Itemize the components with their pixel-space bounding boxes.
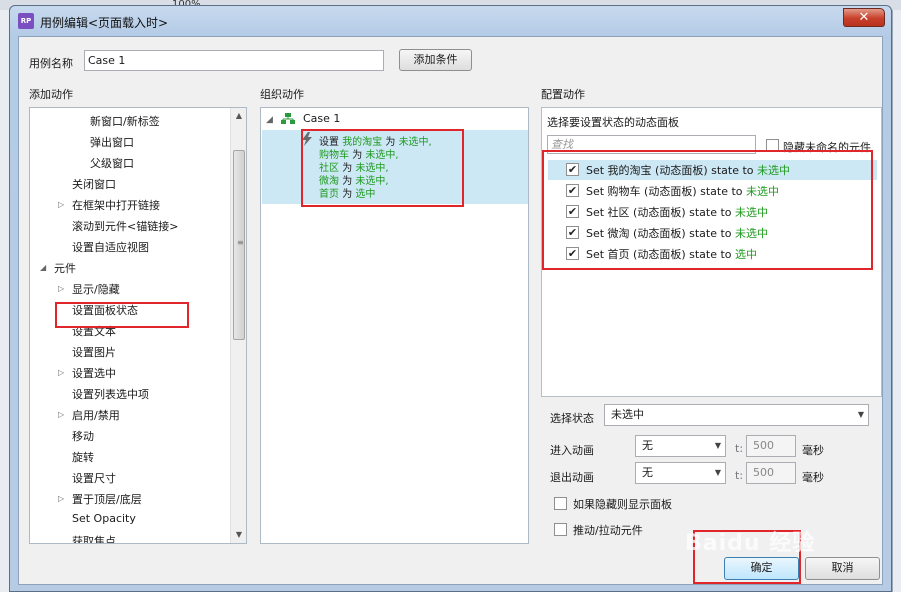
select-panels-subheading: 选择要设置状态的动态面板 (547, 116, 679, 129)
action-tree-item[interactable]: 启用/禁用 (72, 407, 120, 423)
exit-animation-value: 无 (642, 466, 653, 479)
background-left-edge (0, 10, 9, 592)
action-tree-item[interactable]: 设置尺寸 (72, 470, 116, 486)
action-tree-item[interactable]: 设置自适应视图 (72, 239, 149, 255)
expand-triangle-icon[interactable]: ▷ (58, 410, 64, 419)
scrollbar-thumb[interactable]: ≡ (233, 150, 245, 340)
exit-t-label: t: (735, 469, 744, 482)
action-tree-item[interactable]: 弹出窗口 (90, 134, 134, 150)
case-tree-icon (281, 113, 295, 125)
action-tree-item[interactable]: 新窗口/新标签 (90, 113, 160, 129)
title-bar: RP 用例编辑<页面载入时> ✕ (10, 6, 891, 36)
exit-ms-label: 毫秒 (802, 471, 824, 484)
enter-animation-label: 进入动画 (550, 444, 594, 457)
exit-duration-input[interactable]: 500 (746, 462, 796, 484)
case-editor-dialog: RP 用例编辑<页面载入时> ✕ 用例名称 Case 1 添加条件 添加动作 组… (9, 5, 892, 592)
case-name-label: 用例名称 (29, 57, 73, 70)
chevron-down-icon: ▼ (714, 468, 721, 477)
app-icon: RP (18, 13, 34, 29)
organize-action-heading: 组织动作 (260, 88, 304, 101)
dialog-client-area: 用例名称 Case 1 添加条件 添加动作 组织动作 配置动作 新窗口/新标签弹… (18, 36, 883, 585)
cancel-button[interactable]: 取消 (805, 557, 880, 580)
show-if-hidden-label: 如果隐藏则显示面板 (573, 498, 672, 511)
case-label[interactable]: Case 1 (303, 112, 340, 125)
action-tree-item[interactable]: 旋转 (72, 449, 94, 465)
state-select-value: 未选中 (611, 408, 644, 421)
add-action-heading: 添加动作 (29, 88, 73, 101)
action-tree-item[interactable]: 滚动到元件<锚链接> (72, 218, 178, 234)
collapse-triangle-icon[interactable]: ◢ (40, 263, 46, 272)
scroll-down-icon[interactable]: ▼ (231, 527, 246, 543)
enter-animation-value: 无 (642, 439, 653, 452)
action-tree-item[interactable]: 移动 (72, 428, 94, 444)
action-tree-item[interactable]: 获取焦点 (72, 533, 116, 543)
collapse-triangle-icon[interactable]: ◢ (266, 115, 273, 125)
add-condition-button[interactable]: 添加条件 (399, 49, 472, 71)
highlight-set-panel-state (55, 302, 189, 328)
push-pull-checkbox[interactable] (554, 523, 567, 536)
close-button[interactable]: ✕ (843, 8, 885, 27)
expand-triangle-icon[interactable]: ▷ (58, 200, 64, 209)
exit-animation-label: 退出动画 (550, 471, 594, 484)
highlight-panel-state-list (542, 150, 873, 270)
enter-duration-input[interactable]: 500 (746, 435, 796, 457)
show-if-hidden-checkbox[interactable] (554, 497, 567, 510)
action-tree-item[interactable]: 关闭窗口 (72, 176, 116, 192)
action-tree-item[interactable]: 父级窗口 (90, 155, 134, 171)
chevron-down-icon: ▼ (857, 410, 864, 419)
expand-triangle-icon[interactable]: ▷ (58, 284, 64, 293)
expand-triangle-icon[interactable]: ▷ (58, 368, 64, 377)
expand-triangle-icon[interactable]: ▷ (58, 494, 64, 503)
case-name-input[interactable]: Case 1 (84, 50, 384, 71)
background-right-edge (892, 10, 901, 592)
action-tree-item[interactable]: 设置列表选中项 (72, 386, 149, 402)
enter-ms-label: 毫秒 (802, 444, 824, 457)
enter-t-label: t: (735, 442, 744, 455)
push-pull-label: 推动/拉动元件 (573, 524, 643, 537)
action-tree-item[interactable]: Set Opacity (72, 512, 136, 525)
scroll-up-icon[interactable]: ▲ (231, 108, 246, 124)
exit-animation-select[interactable]: 无 ▼ (635, 462, 726, 484)
select-state-label: 选择状态 (550, 412, 594, 425)
grip-icon: ≡ (237, 238, 244, 247)
action-tree-item[interactable]: 设置选中 (72, 365, 116, 381)
action-tree-item[interactable]: 元件 (54, 260, 76, 276)
highlight-action-description (301, 129, 464, 207)
action-tree-item[interactable]: 显示/隐藏 (72, 281, 120, 297)
action-tree-item[interactable]: 置于顶层/底层 (72, 491, 142, 507)
chevron-down-icon: ▼ (714, 441, 721, 450)
dialog-title: 用例编辑<页面载入时> (40, 16, 169, 30)
configure-action-heading: 配置动作 (541, 88, 585, 101)
action-tree-item[interactable]: 设置图片 (72, 344, 116, 360)
enter-animation-select[interactable]: 无 ▼ (635, 435, 726, 457)
action-tree-scrollbar[interactable]: ▲ ≡ ▼ (230, 108, 246, 543)
state-select[interactable]: 未选中 ▼ (604, 404, 869, 426)
action-tree-item[interactable]: 在框架中打开链接 (72, 197, 160, 213)
highlight-confirm-button (693, 530, 801, 584)
